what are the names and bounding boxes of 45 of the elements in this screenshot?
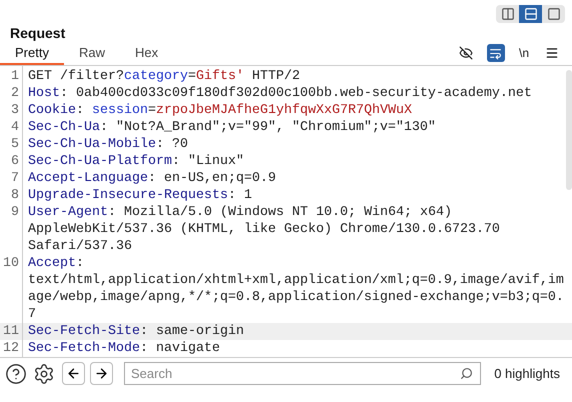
line-number: 4 bbox=[10, 119, 20, 136]
wrap-icon bbox=[489, 46, 502, 60]
line-number: 2 bbox=[10, 85, 20, 102]
wrap-toggle[interactable] bbox=[486, 44, 505, 62]
line-number: 9 bbox=[10, 204, 20, 222]
back-button[interactable] bbox=[62, 362, 85, 385]
tab[interactable]: Pretty bbox=[0, 42, 64, 65]
code-line: Accept-Language: en-US,en;q=0.9 bbox=[27, 170, 277, 187]
line-number: 11 bbox=[2, 323, 20, 340]
line-number: 3 bbox=[10, 102, 20, 119]
forward-button[interactable] bbox=[90, 362, 113, 385]
code-line: Upgrade-Insecure-Requests: 1 bbox=[27, 187, 253, 204]
panel-title: Request bbox=[9, 24, 66, 42]
code-line: Sec-Ch-Ua-Platform: "Linux" bbox=[27, 153, 245, 170]
code-line: Sec-Fetch-Mode: navigate bbox=[27, 340, 221, 357]
arrow-right-icon bbox=[94, 366, 109, 381]
line-number: 12 bbox=[2, 340, 20, 357]
menu-icon bbox=[545, 46, 559, 60]
code-line: User-Agent: Mozilla/5.0 (Windows NT 10.0; Win64; x64) AppleWebKit/537.36 (KHTML, like Gecko) Chrome/130.0.6723.70 Safari/537.36 bbox=[27, 204, 501, 255]
rows-icon bbox=[524, 7, 538, 21]
code-line: Cookie: session=zrpoJbeMJAfheG1yhfqwXxG7R7QhVWuX bbox=[27, 102, 413, 119]
search-icon bbox=[460, 367, 473, 380]
newline-toggle[interactable]: \n bbox=[516, 44, 531, 62]
layout-button[interactable] bbox=[519, 5, 542, 23]
search-field[interactable]: Search bbox=[124, 362, 481, 385]
line-number: 1 bbox=[10, 68, 20, 85]
tab[interactable]: Hex bbox=[120, 42, 174, 65]
square-icon bbox=[546, 7, 560, 21]
help-icon[interactable] bbox=[5, 362, 27, 384]
line-number: 10 bbox=[2, 255, 20, 273]
code-line: Sec-Ch-Ua-Mobile: ?0 bbox=[27, 136, 189, 153]
settings-icon[interactable] bbox=[33, 362, 55, 384]
highlights-count: 0 highlights bbox=[494, 364, 561, 383]
line-number: 6 bbox=[10, 153, 20, 170]
hide-toggle[interactable] bbox=[456, 44, 475, 62]
line-number: 5 bbox=[10, 136, 20, 153]
line-number: 7 bbox=[10, 170, 20, 187]
eye-off-icon bbox=[458, 46, 473, 60]
line-number: 8 bbox=[10, 187, 20, 204]
tab[interactable]: Raw bbox=[64, 42, 120, 65]
code-line: Sec-Fetch-Site: same-origin bbox=[27, 323, 245, 340]
code-line: GET /filter?category=Gifts' HTTP/2 bbox=[27, 68, 301, 85]
columns-icon bbox=[500, 7, 514, 21]
code-line: Sec-Ch-Ua: "Not?A_Brand";v="99", "Chromium";v="130" bbox=[27, 119, 437, 136]
code-line: Host: 0ab400cd033c09f180df302d00c100bb.web-security-academy.net bbox=[27, 85, 533, 102]
